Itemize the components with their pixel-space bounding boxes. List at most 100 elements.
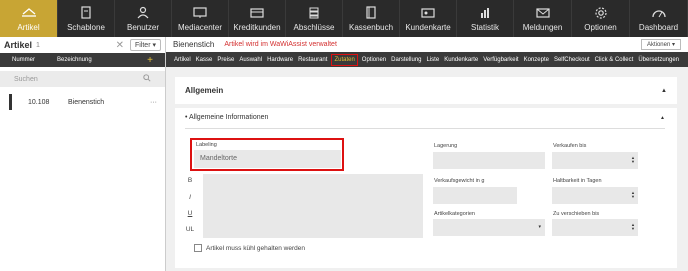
tab-kundenkarte[interactable]: Kundenkarte xyxy=(444,57,478,63)
nav-statistik[interactable]: Statistik xyxy=(457,0,514,37)
nav-label: Optionen xyxy=(584,23,617,32)
italic-button[interactable]: I xyxy=(185,194,195,201)
mail-icon xyxy=(535,8,550,18)
search-icon xyxy=(143,74,151,84)
document-icon xyxy=(81,6,91,19)
tab-preise[interactable]: Preise xyxy=(217,57,234,63)
gauge-icon xyxy=(651,10,666,18)
artikelkategorien-select[interactable]: ▾ xyxy=(433,219,545,236)
section-title: Allgemein xyxy=(185,86,224,95)
list-count: 1 xyxy=(36,41,40,49)
verkaufsgewicht-label: Verkaufsgewicht in g xyxy=(434,178,485,184)
tab-artikel[interactable]: Artikel xyxy=(174,57,191,63)
tab-konzepte[interactable]: Konzepte xyxy=(524,57,549,63)
nav-label: Kreditkunden xyxy=(233,23,281,32)
actions-dropdown[interactable]: Aktionen ▾ xyxy=(640,39,681,50)
article-header: Bienenstich Artikel wird im WaWiAssist v… xyxy=(166,37,688,52)
description-editor[interactable] xyxy=(203,174,423,238)
cool-checkbox[interactable] xyxy=(194,244,202,252)
collapse-icon[interactable]: ▲ xyxy=(661,88,667,94)
lagerung-label: Lagerung xyxy=(434,143,458,149)
list-title: Artikel xyxy=(4,40,33,50)
search-placeholder: Suchen xyxy=(14,75,38,83)
users-icon xyxy=(137,6,149,19)
tab-bar: Artikel Kasse Preise Auswahl Hardware Restaur… xyxy=(166,52,688,67)
column-nummer[interactable]: Nummer xyxy=(12,57,57,63)
tab-verfügbarkeit[interactable]: Verfügbarkeit xyxy=(483,57,518,63)
row-bezeichnung: Bienenstich xyxy=(68,98,105,106)
list-button[interactable]: UL xyxy=(185,226,195,233)
article-list-panel: Artikel 1 ✕ Filter ▾ Nummer Bezeichnung … xyxy=(0,37,166,271)
table-row[interactable]: 10.108 Bienenstich ··· xyxy=(9,94,165,110)
nav-schablone[interactable]: Schablone xyxy=(58,0,115,37)
clear-icon[interactable]: ✕ xyxy=(116,40,124,51)
nav-abschlüsse[interactable]: Abschlüsse xyxy=(286,0,343,37)
verschieben-input[interactable]: ▲ ▼ xyxy=(552,219,638,236)
book-icon xyxy=(366,6,376,19)
stack-icon xyxy=(309,7,319,19)
nav-label: Dashboard xyxy=(638,23,679,32)
filter-button[interactable]: Filter ▾ xyxy=(129,39,161,51)
subsection-title[interactable]: • Allgemeine Informationen xyxy=(185,114,268,121)
chart-icon xyxy=(481,8,489,18)
wawi-warning: Artikel wird im WaWiAssist verwaltet xyxy=(224,41,337,48)
row-nummer: 10.108 xyxy=(28,98,50,106)
tab-selfcheckout[interactable]: SelfCheckout xyxy=(554,57,590,63)
nav-optionen[interactable]: Optionen xyxy=(572,0,630,37)
nav-kreditkunden[interactable]: Kreditkunden xyxy=(229,0,286,37)
article-name: Bienenstich xyxy=(173,40,215,49)
underline-button[interactable]: U xyxy=(185,210,195,217)
add-icon[interactable]: + xyxy=(147,55,153,66)
article-detail-panel: Bienenstich Artikel wird im WaWiAssist v… xyxy=(166,37,688,271)
credit-card-icon xyxy=(250,8,264,18)
tab-hardware[interactable]: Hardware xyxy=(267,57,293,63)
bold-button[interactable]: B xyxy=(185,177,195,184)
haltbarkeit-label: Haltbarkeit in Tagen xyxy=(553,178,602,184)
nav-dashboard[interactable]: Dashboard xyxy=(630,0,688,37)
column-bezeichnung[interactable]: Bezeichnung xyxy=(57,57,92,63)
nav-label: Mediacenter xyxy=(177,23,223,32)
verkaufsgewicht-input[interactable] xyxy=(433,187,517,204)
highlight-frame xyxy=(190,138,344,171)
tab-kasse[interactable]: Kasse xyxy=(196,57,213,63)
nav-kundenkarte[interactable]: Kundenkarte xyxy=(400,0,457,37)
nav-label: Artikel xyxy=(17,23,40,32)
tab-click-collect[interactable]: Click & Collect xyxy=(595,57,634,63)
lagerung-input[interactable] xyxy=(433,152,545,169)
nav-label: Kundenkarte xyxy=(405,23,451,32)
gear-icon xyxy=(594,7,607,19)
section-allgemein[interactable]: Allgemein ▲ xyxy=(175,77,677,104)
verschieben-label: Zu verschieben bis xyxy=(553,211,600,217)
tab-optionen[interactable]: Optionen xyxy=(362,57,386,63)
nav-label: Kassenbuch xyxy=(348,23,394,32)
cool-label: Artikel muss kühl gehalten werden xyxy=(206,245,305,252)
tab-restaurant[interactable]: Restaurant xyxy=(298,57,327,63)
nav-label: Meldungen xyxy=(522,23,563,32)
nav-kassenbuch[interactable]: Kassenbuch xyxy=(343,0,400,37)
home-icon xyxy=(21,8,36,17)
verkaufen-bis-label: Verkaufen bis xyxy=(553,143,587,149)
subsection-collapse-icon[interactable]: ▲ xyxy=(660,115,665,121)
tab-übersetzungen[interactable]: Übersetzungen xyxy=(638,57,679,63)
top-navigation: Artikel Schablone Benutzer Mediacenter Kredi… xyxy=(0,0,688,37)
verkaufen-bis-input[interactable]: ▲ ▼ xyxy=(552,152,638,169)
tab-auswahl[interactable]: Auswahl xyxy=(239,57,262,63)
search-input[interactable]: Suchen xyxy=(0,71,165,87)
tab-liste[interactable]: Liste xyxy=(427,57,440,63)
list-column-header: Nummer Bezeichnung + xyxy=(0,53,165,67)
general-information-card: • Allgemeine Informationen ▲ Labeling Ma… xyxy=(175,108,677,268)
nav-benutzer[interactable]: Benutzer xyxy=(115,0,172,37)
nav-label: Abschlüsse xyxy=(293,23,335,32)
artikelkategorien-label: Artikelkategorien xyxy=(434,211,475,217)
tab-darstellung[interactable]: Darstellung xyxy=(391,57,421,63)
nav-meldungen[interactable]: Meldungen xyxy=(514,0,572,37)
article-list-header: Artikel 1 ✕ Filter ▾ xyxy=(0,37,165,53)
nav-artikel[interactable]: Artikel xyxy=(0,0,58,37)
monitor-icon xyxy=(193,7,207,18)
nav-mediacenter[interactable]: Mediacenter xyxy=(172,0,229,37)
nav-label: Benutzer xyxy=(126,23,160,32)
divider xyxy=(185,128,665,129)
haltbarkeit-input[interactable]: ▲ ▼ xyxy=(552,187,638,204)
tab-zutaten[interactable]: Zutaten xyxy=(331,53,358,66)
more-icon[interactable]: ··· xyxy=(150,99,157,106)
